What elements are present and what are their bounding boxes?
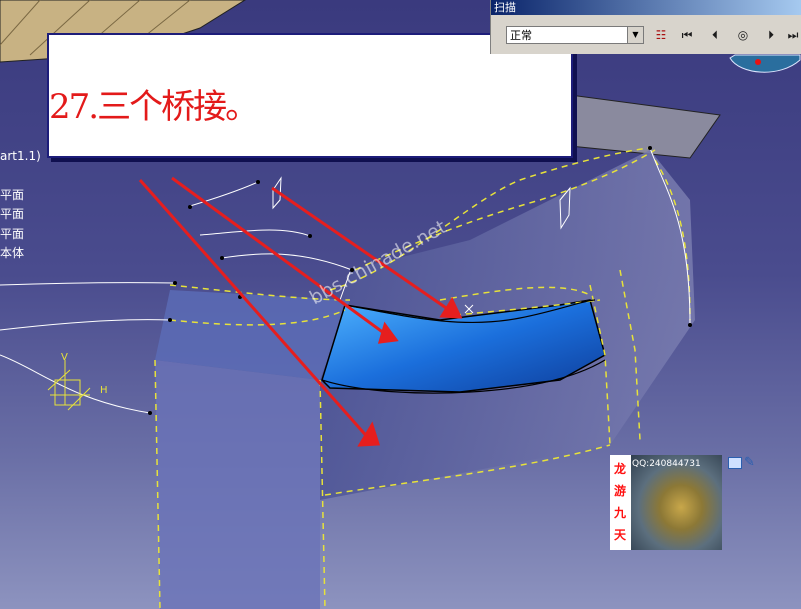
last-icon[interactable]: ⏭ xyxy=(783,25,801,45)
part-label: art1.1) xyxy=(0,149,41,163)
wrench-icon[interactable]: ✎ xyxy=(744,455,755,470)
spiral-icon[interactable]: ◎ xyxy=(733,25,753,45)
tree-item-body[interactable]: 本体 xyxy=(0,245,24,261)
card-icons: ✎ xyxy=(728,455,762,473)
callout-text: 27.三个桥接。 xyxy=(49,87,259,127)
tree-item-plane-1[interactable]: 平面 xyxy=(0,187,24,203)
seal-char: 九 xyxy=(613,506,626,520)
axis-h-label: H xyxy=(100,385,108,396)
scan-panel: 扫描 正常 ▼ ☷ ⏮ ⏴ ◎ ⏵ ⏭ xyxy=(490,0,801,54)
scan-title: 扫描 xyxy=(491,0,801,15)
qq-label: QQ:240844731 xyxy=(632,459,701,469)
scan-mode-select[interactable]: 正常 ▼ xyxy=(506,26,644,44)
seal-char: 游 xyxy=(613,484,626,498)
tree-item-plane-3[interactable]: 平面 xyxy=(0,226,24,242)
blue-wall xyxy=(155,360,320,609)
seal-char: 天 xyxy=(613,528,626,542)
red-dot xyxy=(755,59,761,65)
axis-v-label: V xyxy=(61,352,68,363)
image-icon[interactable] xyxy=(728,457,742,469)
next-icon[interactable]: ⏵ xyxy=(761,25,781,45)
first-icon[interactable]: ⏮ xyxy=(677,25,697,45)
tree-icon[interactable]: ☷ xyxy=(651,25,671,45)
scan-mode-value: 正常 xyxy=(510,29,532,42)
tree-item-plane-2[interactable]: 平面 xyxy=(0,206,24,222)
dragon-avatar xyxy=(631,455,722,550)
previous-icon[interactable]: ⏴ xyxy=(705,25,725,45)
cap-shape xyxy=(729,54,801,73)
chevron-down-icon[interactable]: ▼ xyxy=(627,27,643,43)
seal-column: 龙 游 九 天 xyxy=(611,458,629,546)
seal-char: 龙 xyxy=(613,462,626,476)
axis-indicator xyxy=(47,360,91,411)
